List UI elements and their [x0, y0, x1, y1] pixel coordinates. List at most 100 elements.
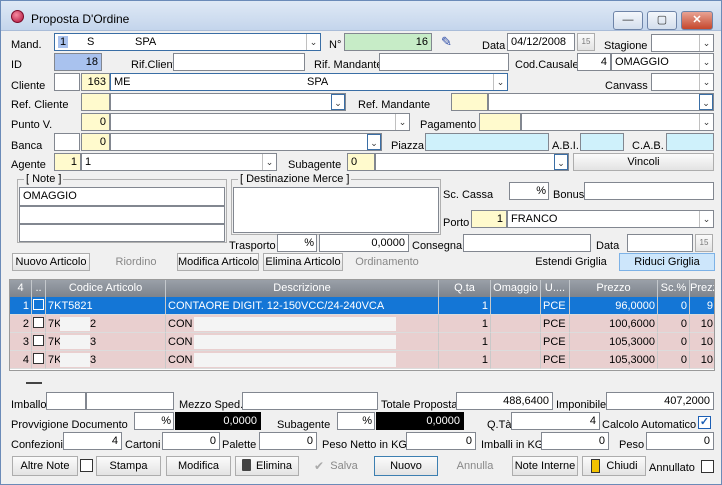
n-field[interactable]: 16: [344, 33, 432, 51]
grid-header-um[interactable]: U....: [541, 280, 570, 297]
riordino-button[interactable]: Riordino: [100, 253, 172, 271]
ref-mandante-select[interactable]: ⌄: [488, 93, 714, 111]
sc-cassa-field[interactable]: %: [509, 182, 549, 200]
grid-header-descrizione[interactable]: Descrizione: [166, 280, 439, 297]
chevron-down-icon[interactable]: ⌄: [306, 34, 320, 50]
grid-header-prezzo[interactable]: Prezzo: [570, 280, 658, 297]
chevron-down-icon[interactable]: ⌄: [262, 154, 276, 170]
row-checkbox[interactable]: [32, 351, 46, 369]
table-row[interactable]: 3 7K 3 CON 1 PCE 105,3000 0 10: [10, 333, 714, 351]
articles-grid[interactable]: 4 .. Codice Articolo Descrizione Q.ta Om…: [9, 279, 715, 371]
riduci-griglia-button[interactable]: Riduci Griglia: [619, 253, 715, 271]
elimina-articolo-button[interactable]: Elimina Articolo: [263, 253, 343, 271]
palette-field[interactable]: 0: [259, 432, 317, 450]
note-line-2[interactable]: [19, 206, 225, 224]
cod-causale-select[interactable]: OMAGGIO ⌄: [611, 53, 714, 71]
imballi-field[interactable]: 0: [541, 432, 609, 450]
trasporto-value[interactable]: 0,0000: [319, 234, 409, 252]
data2-field[interactable]: [627, 234, 693, 252]
cliente-check-box[interactable]: [54, 73, 80, 91]
porto-code[interactable]: 1: [471, 210, 507, 228]
data-field[interactable]: 04/12/2008: [507, 33, 575, 51]
annullato-checkbox[interactable]: [701, 460, 714, 473]
grid-header-codice[interactable]: Codice Articolo: [46, 280, 166, 297]
mezzo-field[interactable]: [242, 392, 378, 410]
table-row[interactable]: 4 7K 3 CON 1 PCE 105,3000 0 10: [10, 351, 714, 369]
trasporto-percent[interactable]: %: [277, 234, 317, 252]
rif-mandante-field[interactable]: [379, 53, 509, 71]
pagamento-select[interactable]: ⌄: [521, 113, 714, 131]
confezioni-field[interactable]: 4: [63, 432, 122, 450]
pagamento-code[interactable]: [479, 113, 521, 131]
bonus-field[interactable]: [584, 182, 714, 200]
chevron-down-icon[interactable]: ⌄: [699, 211, 713, 227]
chevron-down-icon[interactable]: ⌄: [493, 74, 507, 90]
ref-cliente-code[interactable]: [81, 93, 110, 111]
banca-select[interactable]: ⌄: [110, 133, 382, 151]
cab-field[interactable]: [666, 133, 714, 151]
cartoni-field[interactable]: 0: [162, 432, 220, 450]
note-interne-button[interactable]: Note Interne: [512, 456, 578, 476]
calendar-button-2[interactable]: 15: [695, 234, 713, 252]
id-field[interactable]: 18: [54, 53, 102, 71]
agente-code[interactable]: 1: [54, 153, 81, 171]
chevron-down-icon[interactable]: ⌄: [699, 54, 713, 70]
grid-header-sconto[interactable]: Sc.%: [658, 280, 690, 297]
chevron-down-icon[interactable]: ⌄: [699, 35, 713, 51]
destinazione-field[interactable]: [233, 187, 439, 233]
chiudi-button[interactable]: Chiudi: [582, 456, 646, 476]
mand-select[interactable]: 1 S SPA ⌄: [54, 33, 321, 51]
minimize-button[interactable]: —: [613, 11, 643, 30]
ref-cliente-select[interactable]: ⌄: [110, 93, 346, 111]
peso-netto-field[interactable]: 0: [406, 432, 476, 450]
stagione-select[interactable]: ⌄: [651, 34, 714, 52]
chevron-down-icon[interactable]: ⌄: [367, 134, 381, 150]
ordinamento-button[interactable]: Ordinamento: [347, 253, 427, 271]
grid-header-omaggio[interactable]: Omaggio: [491, 280, 541, 297]
piazza-field[interactable]: [425, 133, 549, 151]
stampa-button[interactable]: Stampa: [96, 456, 161, 476]
altre-note-button[interactable]: Altre Note: [12, 456, 78, 476]
calendar-button[interactable]: 15: [577, 33, 595, 51]
grid-header-qta[interactable]: Q.ta: [439, 280, 491, 297]
chevron-down-icon[interactable]: ⌄: [331, 94, 345, 110]
porto-select[interactable]: FRANCO ⌄: [507, 210, 714, 228]
banca-code[interactable]: 0: [81, 133, 110, 151]
rif-cliente-field[interactable]: [173, 53, 305, 71]
subagente-code[interactable]: 0: [347, 153, 375, 171]
punto-select[interactable]: ⌄: [110, 113, 410, 131]
annulla-button[interactable]: Annulla: [443, 456, 507, 476]
note-line-1[interactable]: OMAGGIO: [19, 187, 225, 206]
ref-mandante-code[interactable]: [451, 93, 488, 111]
row-checkbox[interactable]: [32, 333, 46, 351]
maximize-button[interactable]: ▢: [647, 11, 677, 30]
cod-causale-code[interactable]: 4: [577, 53, 611, 71]
row-checkbox[interactable]: [32, 297, 46, 315]
consegna-field[interactable]: [463, 234, 591, 252]
table-row[interactable]: 1 7KT5821 CONTAORE DIGIT. 12-150VCC/24-2…: [10, 297, 714, 315]
punto-code[interactable]: 0: [81, 113, 110, 131]
chevron-down-icon[interactable]: ⌄: [699, 74, 713, 90]
close-button[interactable]: ✕: [681, 11, 713, 30]
cliente-select[interactable]: ME SPA ⌄: [110, 73, 508, 91]
chevron-down-icon[interactable]: ⌄: [395, 114, 409, 130]
canvass-select[interactable]: ⌄: [651, 73, 714, 91]
modifica-articolo-button[interactable]: Modifica Articolo: [177, 253, 259, 271]
altre-note-checkbox[interactable]: [80, 459, 93, 472]
nuovo-button[interactable]: Nuovo: [374, 456, 438, 476]
vincoli-button[interactable]: Vincoli: [573, 153, 714, 171]
peso-field[interactable]: 0: [646, 432, 714, 450]
imballo-code[interactable]: [46, 392, 86, 410]
abi-field[interactable]: [580, 133, 624, 151]
chevron-down-icon[interactable]: ⌄: [554, 154, 568, 170]
chevron-down-icon[interactable]: ⌄: [699, 114, 713, 130]
link-icon[interactable]: ✎: [441, 34, 452, 50]
note-line-3[interactable]: [19, 224, 225, 242]
banca-check-box[interactable]: [54, 133, 80, 151]
salva-button[interactable]: ✔ Salva: [305, 456, 369, 476]
nuovo-articolo-button[interactable]: Nuovo Articolo: [12, 253, 90, 271]
cliente-code[interactable]: 163: [81, 73, 110, 91]
calcolo-checkbox[interactable]: ✓: [698, 416, 711, 429]
imballo-field[interactable]: [86, 392, 174, 410]
modifica-button[interactable]: Modifica: [166, 456, 231, 476]
